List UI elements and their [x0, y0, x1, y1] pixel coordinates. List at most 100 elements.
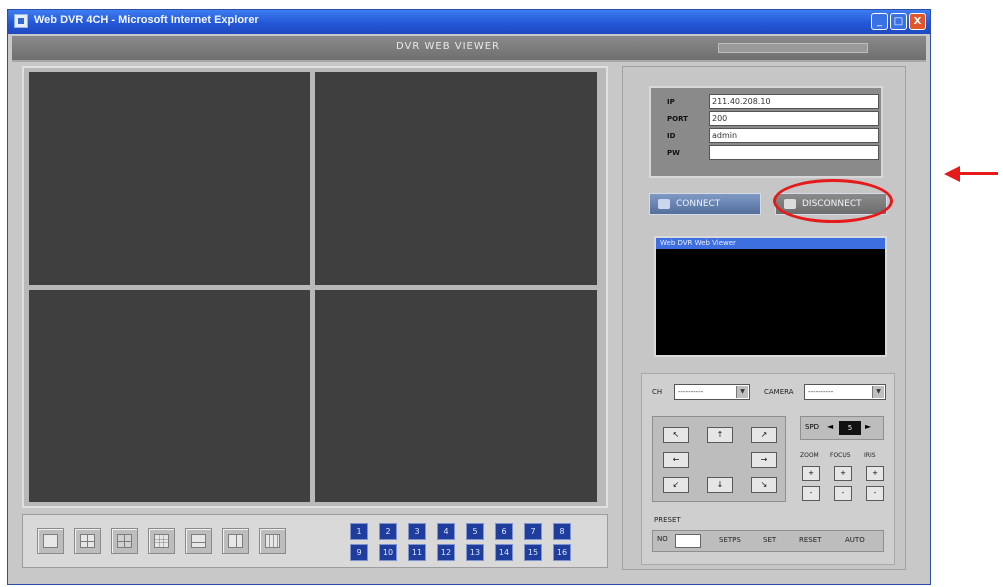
- preset-reset-button[interactable]: RESET: [799, 536, 821, 544]
- channel-button-5[interactable]: 5: [466, 523, 484, 540]
- preset-no-label: NO: [657, 535, 668, 543]
- app-header: DVR WEB VIEWER: [12, 36, 926, 62]
- channel-button-13[interactable]: 13: [466, 544, 484, 561]
- channel-button-3[interactable]: 3: [408, 523, 426, 540]
- port-input[interactable]: [709, 111, 879, 126]
- quad-view-icon: [80, 534, 95, 548]
- preset-auto-button[interactable]: AUTO: [845, 536, 865, 544]
- ip-input[interactable]: [709, 94, 879, 109]
- channel-button-8[interactable]: 8: [553, 523, 571, 540]
- pan-left-button[interactable]: ←: [663, 452, 689, 468]
- video-channel-2[interactable]: [315, 72, 597, 285]
- ie-icon: [14, 14, 28, 28]
- channel-button-4[interactable]: 4: [437, 523, 455, 540]
- close-button[interactable]: X: [909, 13, 926, 30]
- direction-pad: ↖ ↑ ↗ ← → ↙ ↓ ↘: [652, 416, 786, 502]
- split-view-button[interactable]: [111, 528, 138, 554]
- sequence-view-button[interactable]: [222, 528, 249, 554]
- focus-label: FOCUS: [830, 452, 851, 459]
- preset-row: NO SETPS SET RESET AUTO: [652, 530, 884, 552]
- ip-label: IP: [667, 98, 675, 106]
- speed-increase-button[interactable]: ►: [865, 422, 871, 431]
- pan-down-right-button[interactable]: ↘: [751, 477, 777, 493]
- status-log: Web DVR Web Viewer: [654, 236, 887, 357]
- control-panel: IP PORT ID PW CONNECT DISCONNECT Web DVR…: [622, 66, 906, 570]
- preset-setps-button[interactable]: SETPS: [719, 536, 741, 544]
- single-view-button[interactable]: [37, 528, 64, 554]
- layout-toolbar: 1 2 3 4 5 6 7 8 9 10 11 12 13 14 15 16: [22, 514, 608, 568]
- connect-button[interactable]: CONNECT: [649, 193, 761, 215]
- channel-button-15[interactable]: 15: [524, 544, 542, 561]
- ch-select-value: ----------: [678, 388, 704, 396]
- channel-button-2[interactable]: 2: [379, 523, 397, 540]
- channel-button-16[interactable]: 16: [553, 544, 571, 561]
- pan-right-button[interactable]: →: [751, 452, 777, 468]
- window-title: Web DVR 4CH - Microsoft Internet Explore…: [34, 14, 259, 26]
- speed-label: SPD: [805, 423, 820, 431]
- ch-label: CH: [652, 388, 663, 396]
- maximize-button[interactable]: □: [890, 13, 907, 30]
- pan-up-left-button[interactable]: ↖: [663, 427, 689, 443]
- id-label: ID: [667, 132, 676, 140]
- iris-open-button[interactable]: +: [866, 466, 884, 481]
- pw-label: PW: [667, 149, 680, 157]
- video-grid: [22, 66, 608, 508]
- video-channel-1[interactable]: [29, 72, 310, 285]
- pan-up-button[interactable]: ↑: [707, 427, 733, 443]
- pan-up-right-button[interactable]: ↗: [751, 427, 777, 443]
- video-channel-3[interactable]: [29, 290, 310, 502]
- channel-button-10[interactable]: 10: [379, 544, 397, 561]
- preset-label: PRESET: [654, 516, 681, 524]
- video-channel-4[interactable]: [315, 290, 597, 502]
- grid-9-view-button[interactable]: [148, 528, 175, 554]
- camera-select[interactable]: ---------- ▼: [804, 384, 886, 400]
- channel-button-7[interactable]: 7: [524, 523, 542, 540]
- focus-far-button[interactable]: -: [834, 486, 852, 501]
- chevron-down-icon: ▼: [736, 386, 748, 398]
- channel-button-14[interactable]: 14: [495, 544, 513, 561]
- chevron-down-icon: ▼: [872, 386, 884, 398]
- full-screen-button[interactable]: [259, 528, 286, 554]
- speed-decrease-button[interactable]: ◄: [827, 422, 833, 431]
- channel-button-9[interactable]: 9: [350, 544, 368, 561]
- sequence-view-icon: [228, 534, 243, 548]
- pw-input[interactable]: [709, 145, 879, 160]
- minimize-button[interactable]: _: [871, 13, 888, 30]
- speed-value: 5: [839, 421, 861, 435]
- iris-label: IRIS: [864, 452, 876, 459]
- grid-16-view-button[interactable]: [185, 528, 212, 554]
- quad-view-button[interactable]: [74, 528, 101, 554]
- title-bar: Web DVR 4CH - Microsoft Internet Explore…: [8, 10, 930, 34]
- connect-icon: [658, 198, 670, 209]
- login-form: IP PORT ID PW: [649, 86, 883, 178]
- ptz-panel: CH ---------- ▼ CAMERA ---------- ▼ ↖ ↑ …: [641, 373, 895, 565]
- camera-label: CAMERA: [764, 388, 794, 396]
- channel-button-12[interactable]: 12: [437, 544, 455, 561]
- grid-9-view-icon: [154, 534, 169, 548]
- port-label: PORT: [667, 115, 688, 123]
- iris-close-button[interactable]: -: [866, 486, 884, 501]
- preset-set-button[interactable]: SET: [763, 536, 776, 544]
- status-line[interactable]: Web DVR Web Viewer: [656, 238, 885, 249]
- full-screen-icon: [265, 534, 280, 548]
- pan-down-button[interactable]: ↓: [707, 477, 733, 493]
- zoom-in-button[interactable]: +: [802, 466, 820, 481]
- speed-control: SPD ◄ 5 ►: [800, 416, 884, 440]
- red-arrow-shaft: [958, 172, 998, 175]
- highlight-ellipse: [773, 179, 893, 223]
- single-view-icon: [43, 534, 58, 548]
- pan-down-left-button[interactable]: ↙: [663, 477, 689, 493]
- preset-number-input[interactable]: [675, 534, 701, 548]
- zoom-out-button[interactable]: -: [802, 486, 820, 501]
- channel-button-6[interactable]: 6: [495, 523, 513, 540]
- camera-select-value: ----------: [808, 388, 834, 396]
- ch-select[interactable]: ---------- ▼: [674, 384, 750, 400]
- focus-near-button[interactable]: +: [834, 466, 852, 481]
- app-title: DVR WEB VIEWER: [396, 41, 500, 52]
- zoom-label: ZOOM: [800, 452, 819, 459]
- header-slot: [718, 43, 868, 53]
- channel-button-1[interactable]: 1: [350, 523, 368, 540]
- split-view-icon: [117, 534, 132, 548]
- channel-button-11[interactable]: 11: [408, 544, 426, 561]
- id-input[interactable]: [709, 128, 879, 143]
